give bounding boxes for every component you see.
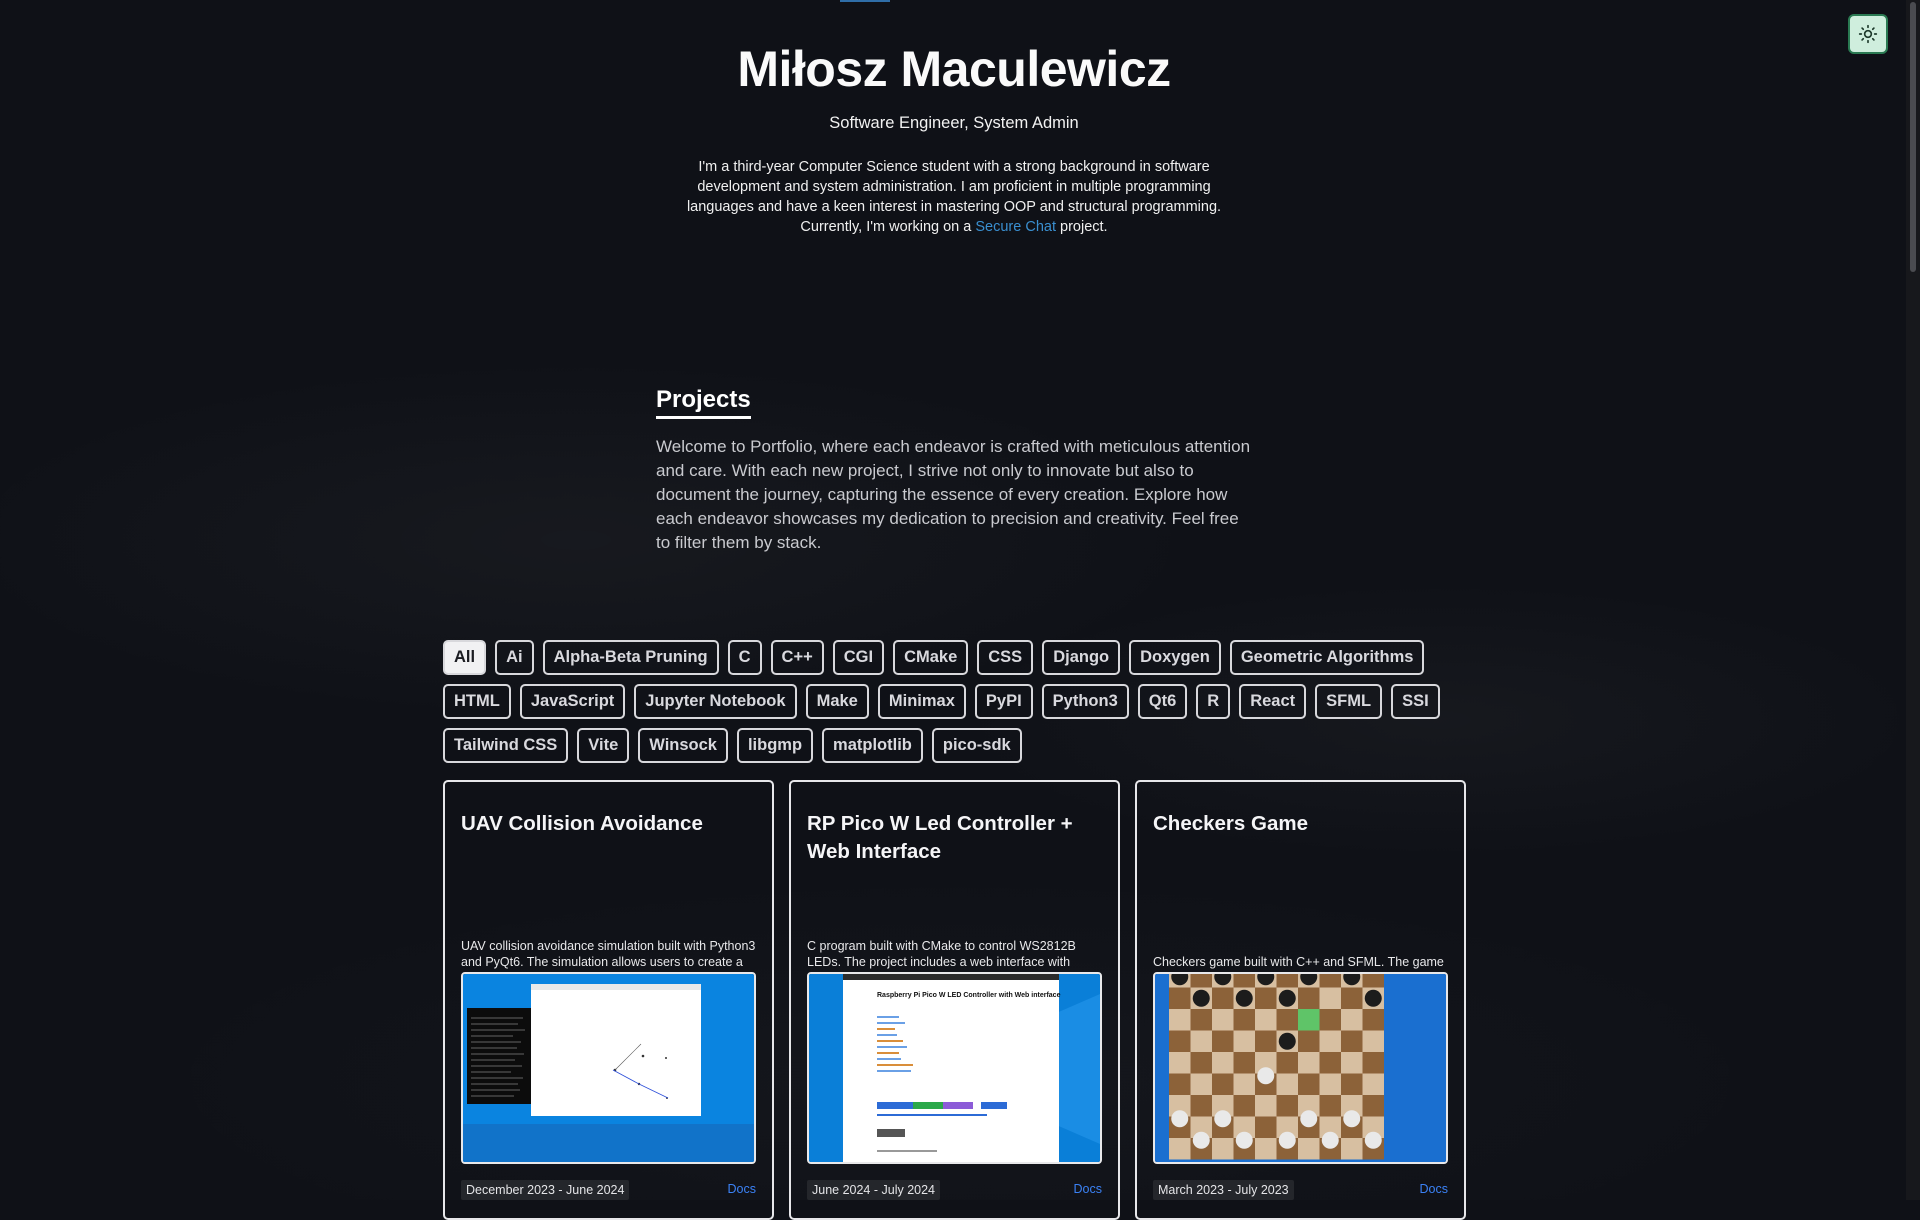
filter-tag[interactable]: SFML bbox=[1315, 684, 1383, 719]
project-date: March 2023 - July 2023 bbox=[1153, 1180, 1294, 1200]
secure-chat-link[interactable]: Secure Chat bbox=[975, 219, 1056, 235]
docs-link[interactable]: Docs bbox=[728, 1182, 756, 1196]
scrollbar-thumb[interactable] bbox=[1910, 2, 1916, 272]
filter-tag[interactable]: R bbox=[1196, 684, 1231, 719]
filter-tag[interactable]: CMake bbox=[893, 640, 969, 675]
filter-tag[interactable]: Qt6 bbox=[1137, 684, 1188, 719]
filter-tag[interactable]: Jupyter Notebook bbox=[634, 684, 797, 719]
projects-heading: Projects bbox=[656, 386, 751, 419]
filter-tag[interactable]: C bbox=[727, 640, 762, 675]
project-screenshot: Raspberry Pi Pico W LED Controller with … bbox=[807, 972, 1102, 1164]
filter-tag[interactable]: Minimax bbox=[877, 684, 966, 719]
filter-tag[interactable]: Doxygen bbox=[1129, 640, 1221, 675]
project-title: RP Pico W Led Controller + Web Interface bbox=[807, 812, 1073, 863]
filter-tag[interactable]: All bbox=[443, 640, 487, 675]
filter-tag[interactable]: CGI bbox=[832, 640, 885, 675]
filter-tag[interactable]: SSI bbox=[1391, 684, 1440, 719]
filter-tag[interactable]: matplotlib bbox=[822, 728, 923, 763]
stack-filter-bar: All Ai Alpha-Beta Pruning C C++ CGI CMake CSS Dj… bbox=[443, 640, 1463, 763]
project-date: December 2023 - June 2024 bbox=[461, 1180, 630, 1200]
filter-tag[interactable]: Tailwind CSS bbox=[443, 728, 569, 763]
filter-tag[interactable]: Winsock bbox=[638, 728, 728, 763]
author-bio: I'm a third-year Computer Science studen… bbox=[674, 157, 1234, 237]
project-card-pico[interactable]: RP Pico W Led Controller + Web Interface… bbox=[789, 780, 1120, 1220]
project-cards: UAV Collision Avoidance UAV collision av… bbox=[443, 780, 1466, 1220]
page-scrollbar[interactable] bbox=[1906, 0, 1920, 1200]
project-date: June 2024 - July 2024 bbox=[807, 1180, 941, 1200]
top-nav-indicator bbox=[840, 0, 890, 2]
project-screenshot bbox=[1153, 972, 1448, 1164]
hero-section: Miłosz Maculewicz Software Engineer, Sys… bbox=[0, 40, 1908, 237]
filter-tag[interactable]: Python3 bbox=[1041, 684, 1129, 719]
bio-text: I'm a third-year Computer Science studen… bbox=[686, 159, 1222, 235]
filter-tag[interactable]: libgmp bbox=[736, 728, 814, 763]
projects-intro: Welcome to Portfolio, where each endeavo… bbox=[656, 437, 1251, 552]
projects-section: Projects Welcome to Portfolio, where eac… bbox=[656, 386, 1256, 555]
filter-tag[interactable]: pico-sdk bbox=[931, 728, 1022, 763]
filter-tag[interactable]: Ai bbox=[495, 640, 534, 675]
filter-tag[interactable]: React bbox=[1239, 684, 1307, 719]
filter-tag[interactable]: Alpha-Beta Pruning bbox=[542, 640, 719, 675]
filter-tag[interactable]: PyPI bbox=[974, 684, 1033, 719]
filter-tag[interactable]: Make bbox=[805, 684, 869, 719]
project-title: Checkers Game bbox=[1153, 812, 1308, 835]
filter-tag[interactable]: CSS bbox=[977, 640, 1034, 675]
screenshot-title: Raspberry Pi Pico W LED Controller with … bbox=[877, 992, 1061, 999]
project-card-uav[interactable]: UAV Collision Avoidance UAV collision av… bbox=[443, 780, 774, 1220]
docs-link[interactable]: Docs bbox=[1420, 1182, 1448, 1196]
project-screenshot bbox=[461, 972, 756, 1164]
filter-tag[interactable]: Geometric Algorithms bbox=[1229, 640, 1425, 675]
project-title: UAV Collision Avoidance bbox=[461, 812, 703, 835]
filter-tag[interactable]: C++ bbox=[770, 640, 824, 675]
author-name: Miłosz Maculewicz bbox=[737, 41, 1171, 97]
filter-tag[interactable]: Vite bbox=[577, 728, 630, 763]
filter-tag[interactable]: JavaScript bbox=[519, 684, 626, 719]
docs-link[interactable]: Docs bbox=[1074, 1182, 1102, 1196]
author-subtitle: Software Engineer, System Admin bbox=[829, 114, 1079, 132]
bio-text-end: project. bbox=[1055, 219, 1108, 235]
filter-tag[interactable]: HTML bbox=[443, 684, 511, 719]
project-card-checkers[interactable]: Checkers Game Checkers game built with C… bbox=[1135, 780, 1466, 1220]
filter-tag[interactable]: Django bbox=[1042, 640, 1121, 675]
